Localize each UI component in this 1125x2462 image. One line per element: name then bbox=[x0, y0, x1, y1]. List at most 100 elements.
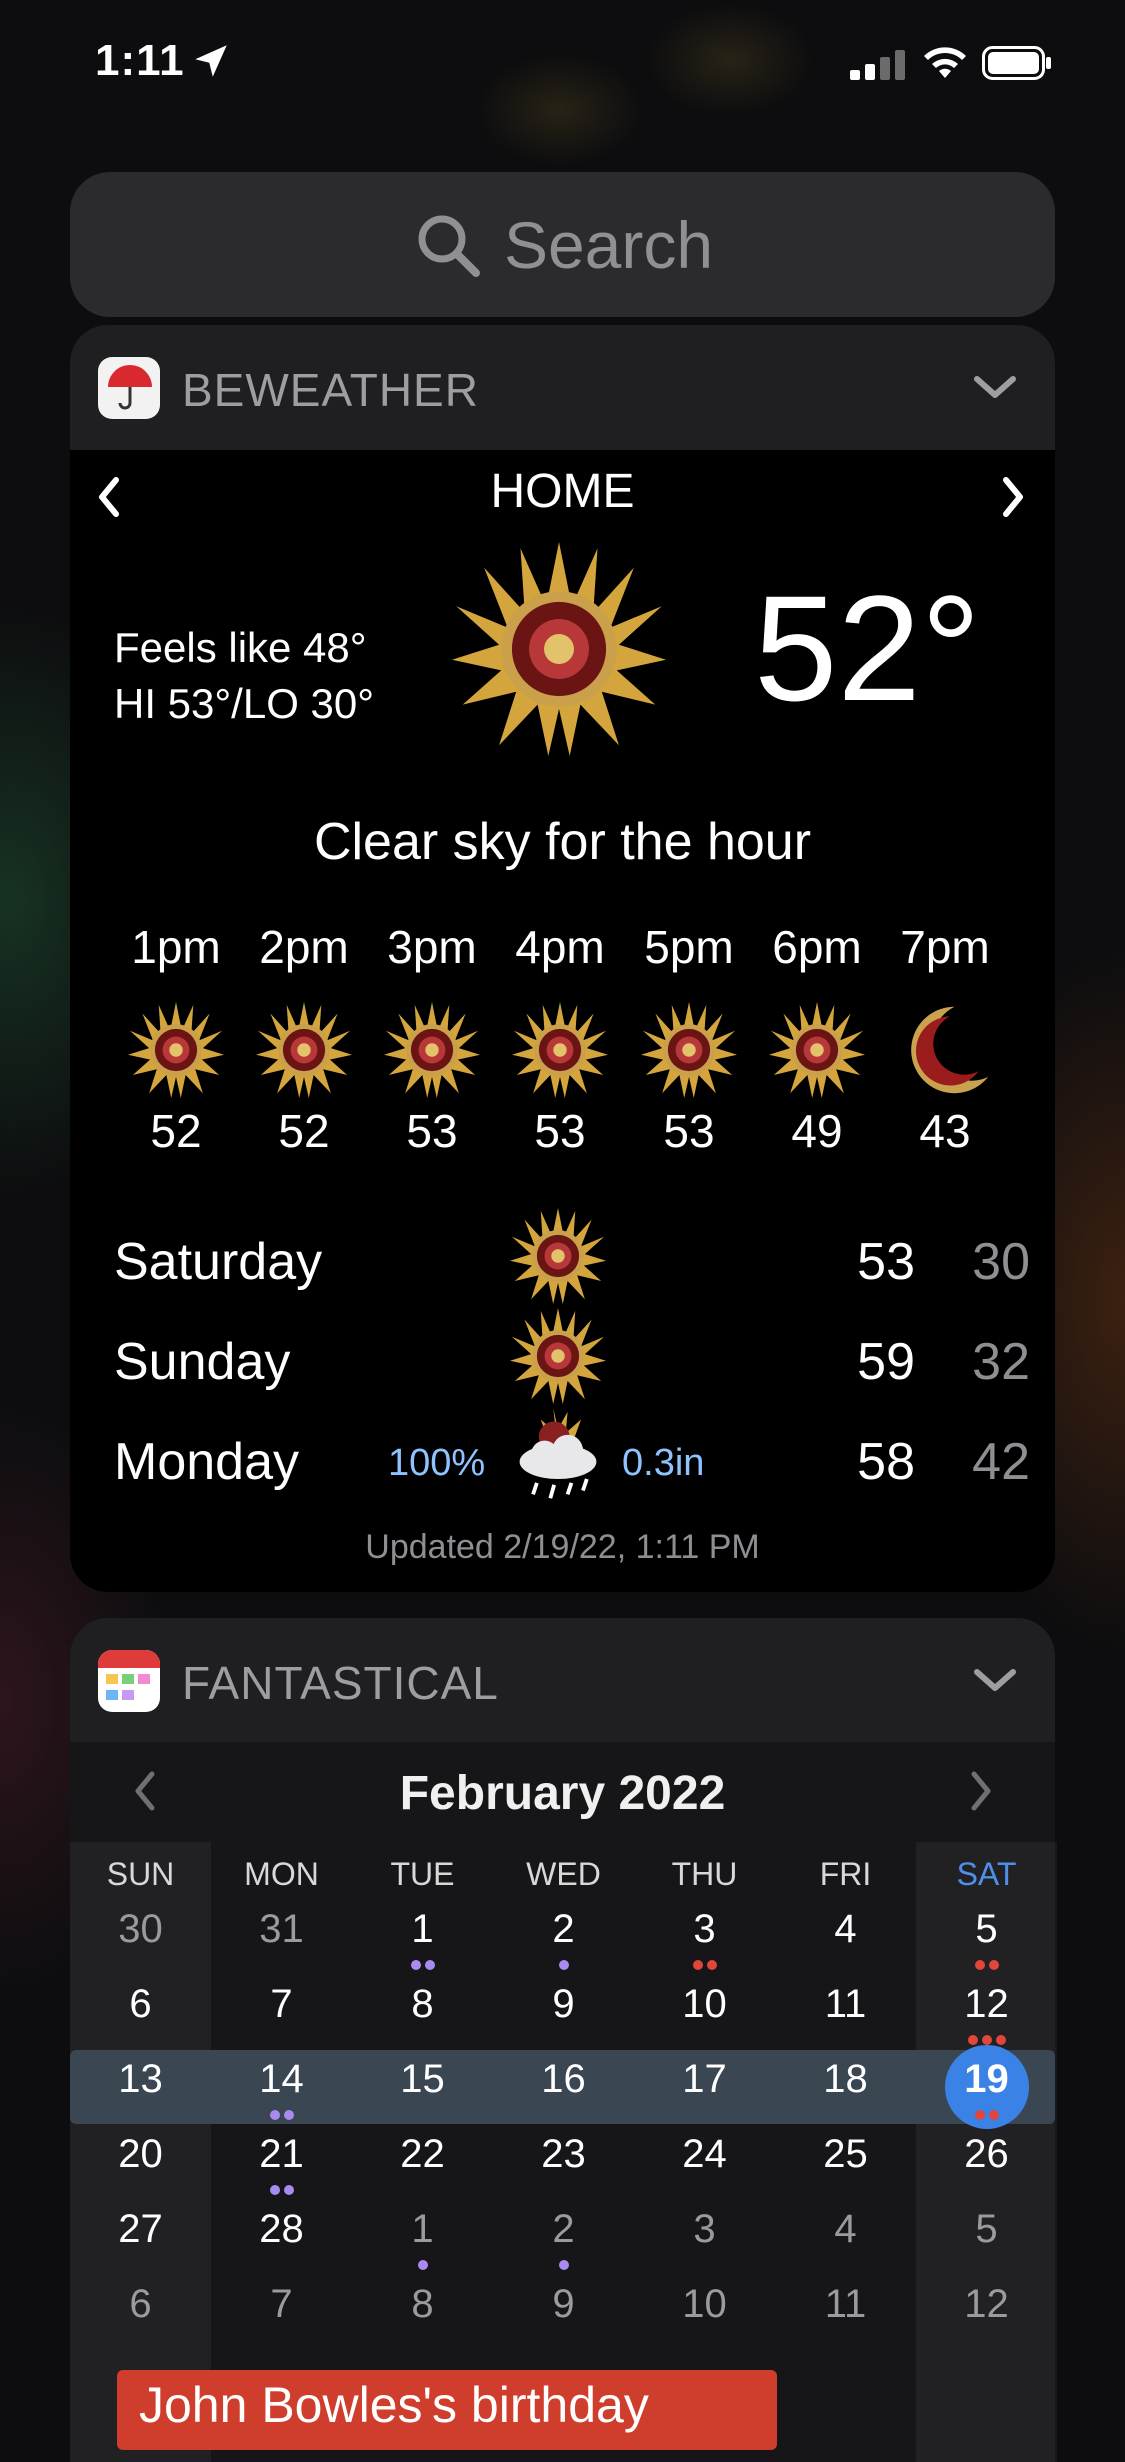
calendar-event[interactable]: John Bowles's birthday bbox=[117, 2370, 777, 2450]
calendar-day[interactable]: 22 bbox=[352, 2132, 493, 2177]
location-arrow-icon bbox=[195, 45, 227, 77]
calendar-day[interactable]: 6 bbox=[70, 1982, 211, 2027]
fantastical-widget-header[interactable]: FANTASTICAL bbox=[70, 1618, 1055, 1743]
calendar-day[interactable]: 27 bbox=[70, 2207, 211, 2252]
hour-temp: 53 bbox=[406, 1105, 458, 1157]
event-dot bbox=[283, 2110, 294, 2120]
calendar-day[interactable]: 16 bbox=[493, 2057, 634, 2102]
day-low: 32 bbox=[972, 1333, 1030, 1391]
search-placeholder: Search bbox=[503, 207, 714, 282]
event-dots bbox=[211, 2182, 352, 2195]
event-dots bbox=[493, 1957, 634, 1970]
calendar-day[interactable]: 9 bbox=[493, 1982, 634, 2027]
updated-timestamp: Updated 2/19/22, 1:11 PM bbox=[365, 1528, 760, 1566]
beweather-widget-header[interactable]: BEWEATHER bbox=[70, 325, 1055, 450]
calendar-day[interactable]: 1 bbox=[352, 1907, 493, 1952]
calendar-day[interactable]: 17 bbox=[634, 2057, 775, 2102]
event-dot bbox=[988, 1960, 999, 1970]
calendar-day[interactable]: 10 bbox=[634, 1982, 775, 2027]
calendar-day[interactable]: 28 bbox=[211, 2207, 352, 2252]
collapse-chevron-icon[interactable] bbox=[971, 1664, 1019, 1696]
event-dot bbox=[283, 2185, 294, 2195]
calendar-day[interactable]: 23 bbox=[493, 2132, 634, 2177]
event-dots bbox=[916, 2107, 1057, 2120]
calendar-day[interactable]: 10 bbox=[634, 2282, 775, 2327]
hourly-item: 2pm 52 bbox=[240, 920, 368, 1158]
hour-temp: 53 bbox=[663, 1105, 715, 1157]
precip-amount: 0.3in bbox=[622, 1442, 705, 1484]
weekday-header: THU bbox=[671, 1856, 738, 1892]
calendar-day[interactable]: 4 bbox=[775, 1907, 916, 1952]
event-dot bbox=[417, 2260, 428, 2270]
status-time: 1:11 bbox=[95, 36, 185, 85]
sun-emblem-icon bbox=[256, 1002, 352, 1098]
calendar-day[interactable]: 6 bbox=[70, 2282, 211, 2327]
calendar-day[interactable]: 13 bbox=[70, 2057, 211, 2102]
weekday-header: TUE bbox=[390, 1856, 455, 1892]
hourly-item: 3pm 53 bbox=[368, 920, 496, 1158]
collapse-chevron-icon[interactable] bbox=[971, 371, 1019, 403]
event-dot bbox=[967, 2035, 978, 2045]
calendar-day[interactable]: 2 bbox=[493, 1907, 634, 1952]
calendar-day[interactable]: 12 bbox=[916, 2282, 1057, 2327]
weekday-header: SUN bbox=[106, 1856, 175, 1892]
cellular-signal-icon bbox=[850, 50, 905, 80]
calendar-day[interactable]: 20 bbox=[70, 2132, 211, 2177]
wifi-icon bbox=[924, 47, 966, 78]
sun-emblem-icon bbox=[510, 1308, 606, 1404]
event-dots bbox=[634, 1957, 775, 1970]
calendar-day[interactable]: 25 bbox=[775, 2132, 916, 2177]
event-dots bbox=[916, 2032, 1057, 2045]
rain-cloud-icon bbox=[519, 1408, 597, 1499]
calendar-day[interactable]: 7 bbox=[211, 2282, 352, 2327]
calendar-day[interactable]: 14 bbox=[211, 2057, 352, 2102]
search-bar[interactable]: Search bbox=[70, 172, 1055, 317]
calendar-day[interactable]: 8 bbox=[352, 2282, 493, 2327]
calendar-day[interactable]: 26 bbox=[916, 2132, 1057, 2177]
calendar-day[interactable]: 3 bbox=[634, 1907, 775, 1952]
calendar-day[interactable]: 2 bbox=[493, 2207, 634, 2252]
next-month-chevron-icon[interactable] bbox=[966, 1766, 996, 1816]
calendar-day[interactable]: 21 bbox=[211, 2132, 352, 2177]
calendar-day[interactable]: 18 bbox=[775, 2057, 916, 2102]
calendar-day[interactable]: 12 bbox=[916, 1982, 1057, 2027]
hourly-item: 4pm 53 bbox=[496, 920, 624, 1158]
event-dots bbox=[211, 2107, 352, 2120]
calendar-day[interactable]: 30 bbox=[70, 1907, 211, 1952]
calendar-day[interactable]: 4 bbox=[775, 2207, 916, 2252]
month-title: February 2022 bbox=[399, 1767, 726, 1820]
calendar-day[interactable]: 11 bbox=[775, 2282, 916, 2327]
calendar-day[interactable]: 1 bbox=[352, 2207, 493, 2252]
fantastical-title: FANTASTICAL bbox=[182, 1657, 499, 1709]
event-dot bbox=[410, 1960, 421, 1970]
day-high: 59 bbox=[857, 1333, 915, 1391]
moon-emblem-icon bbox=[911, 1006, 989, 1094]
calendar-day[interactable]: 24 bbox=[634, 2132, 775, 2177]
hour-temp: 43 bbox=[919, 1105, 971, 1157]
event-dot bbox=[269, 2110, 280, 2120]
day-name: Saturday bbox=[114, 1233, 323, 1291]
day-high: 58 bbox=[857, 1433, 915, 1491]
hourly-item: 6pm 49 bbox=[753, 920, 881, 1158]
next-location-chevron-icon[interactable] bbox=[996, 472, 1030, 522]
calendar-day-today[interactable]: 19 bbox=[916, 2057, 1057, 2102]
calendar-day[interactable]: 5 bbox=[916, 1907, 1057, 1952]
sun-emblem-icon bbox=[641, 1002, 737, 1098]
calendar-day[interactable]: 9 bbox=[493, 2282, 634, 2327]
calendar-day[interactable]: 8 bbox=[352, 1982, 493, 2027]
day-high: 53 bbox=[857, 1233, 915, 1291]
calendar-day[interactable]: 3 bbox=[634, 2207, 775, 2252]
hour-label: 5pm bbox=[644, 921, 734, 973]
event-dot bbox=[269, 2185, 280, 2195]
calendar-day[interactable]: 31 bbox=[211, 1907, 352, 1952]
precip-chance: 100% bbox=[388, 1442, 486, 1484]
feels-like-block: Feels like 48° HI 53°/LO 30° bbox=[114, 620, 374, 732]
sun-emblem-icon bbox=[512, 1002, 608, 1098]
calendar-day[interactable]: 11 bbox=[775, 1982, 916, 2027]
calendar-day[interactable]: 7 bbox=[211, 1982, 352, 2027]
event-dots bbox=[352, 1957, 493, 1970]
sun-emblem-icon bbox=[452, 542, 666, 756]
calendar-day[interactable]: 15 bbox=[352, 2057, 493, 2102]
calendar-day[interactable]: 5 bbox=[916, 2207, 1057, 2252]
event-dot bbox=[558, 2260, 569, 2270]
